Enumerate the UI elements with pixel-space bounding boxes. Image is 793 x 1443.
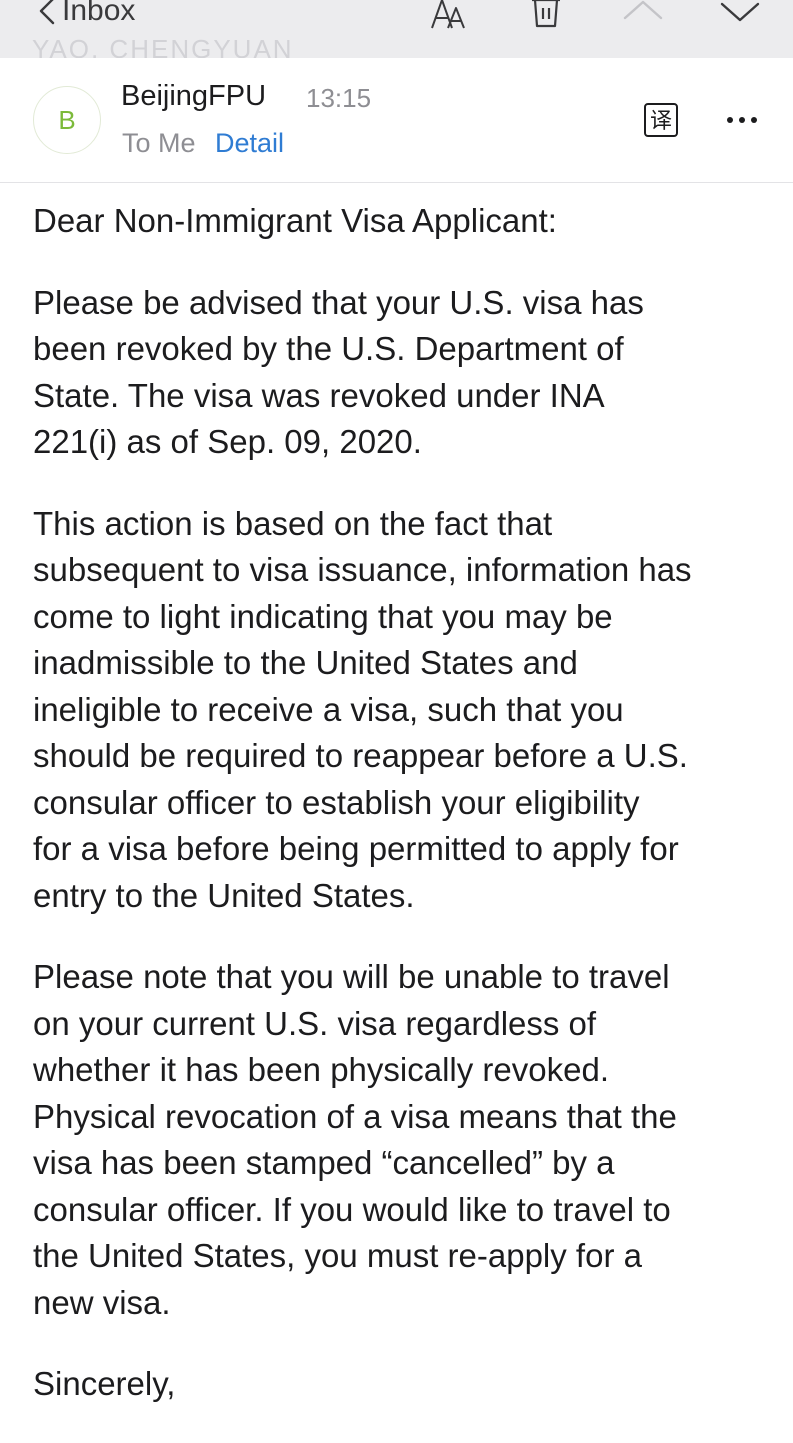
recipient-label: To Me [122,128,196,158]
collapsed-subject-text: YAO, CHENGYUAN [32,34,294,58]
email-paragraph: Please note that you will be unable to t… [33,958,677,1321]
sender-header: B BeijingFPU 13:15 To Me Detail 译 [0,58,793,183]
font-size-icon[interactable] [426,0,470,36]
chevron-up-icon[interactable] [621,0,665,36]
chevron-down-icon[interactable] [718,0,762,36]
more-options-icon[interactable] [724,108,760,132]
sender-avatar[interactable]: B [33,86,101,154]
back-label: Inbox [62,0,136,27]
sender-name[interactable]: BeijingFPU [121,80,266,113]
email-closing: Sincerely, [33,1365,176,1402]
translate-icon[interactable]: 译 [643,102,679,138]
email-paragraph: This action is based on the fact that su… [33,504,692,914]
back-to-inbox-button[interactable]: Inbox [38,0,135,28]
email-greeting: Dear Non-Immigrant Visa Applicant: [33,202,557,239]
email-body: Dear Non-Immigrant Visa Applicant: Pleas… [33,198,773,1443]
top-toolbar: Inbox YAO, CHENGYUAN [0,0,793,58]
trash-icon[interactable] [524,0,568,36]
translate-glyph: 译 [650,109,672,134]
sent-time: 13:15 [306,83,372,113]
detail-link[interactable]: Detail [215,128,284,159]
chevron-left-icon [39,0,55,25]
email-paragraph: Please be advised that your U.S. visa ha… [33,283,644,461]
